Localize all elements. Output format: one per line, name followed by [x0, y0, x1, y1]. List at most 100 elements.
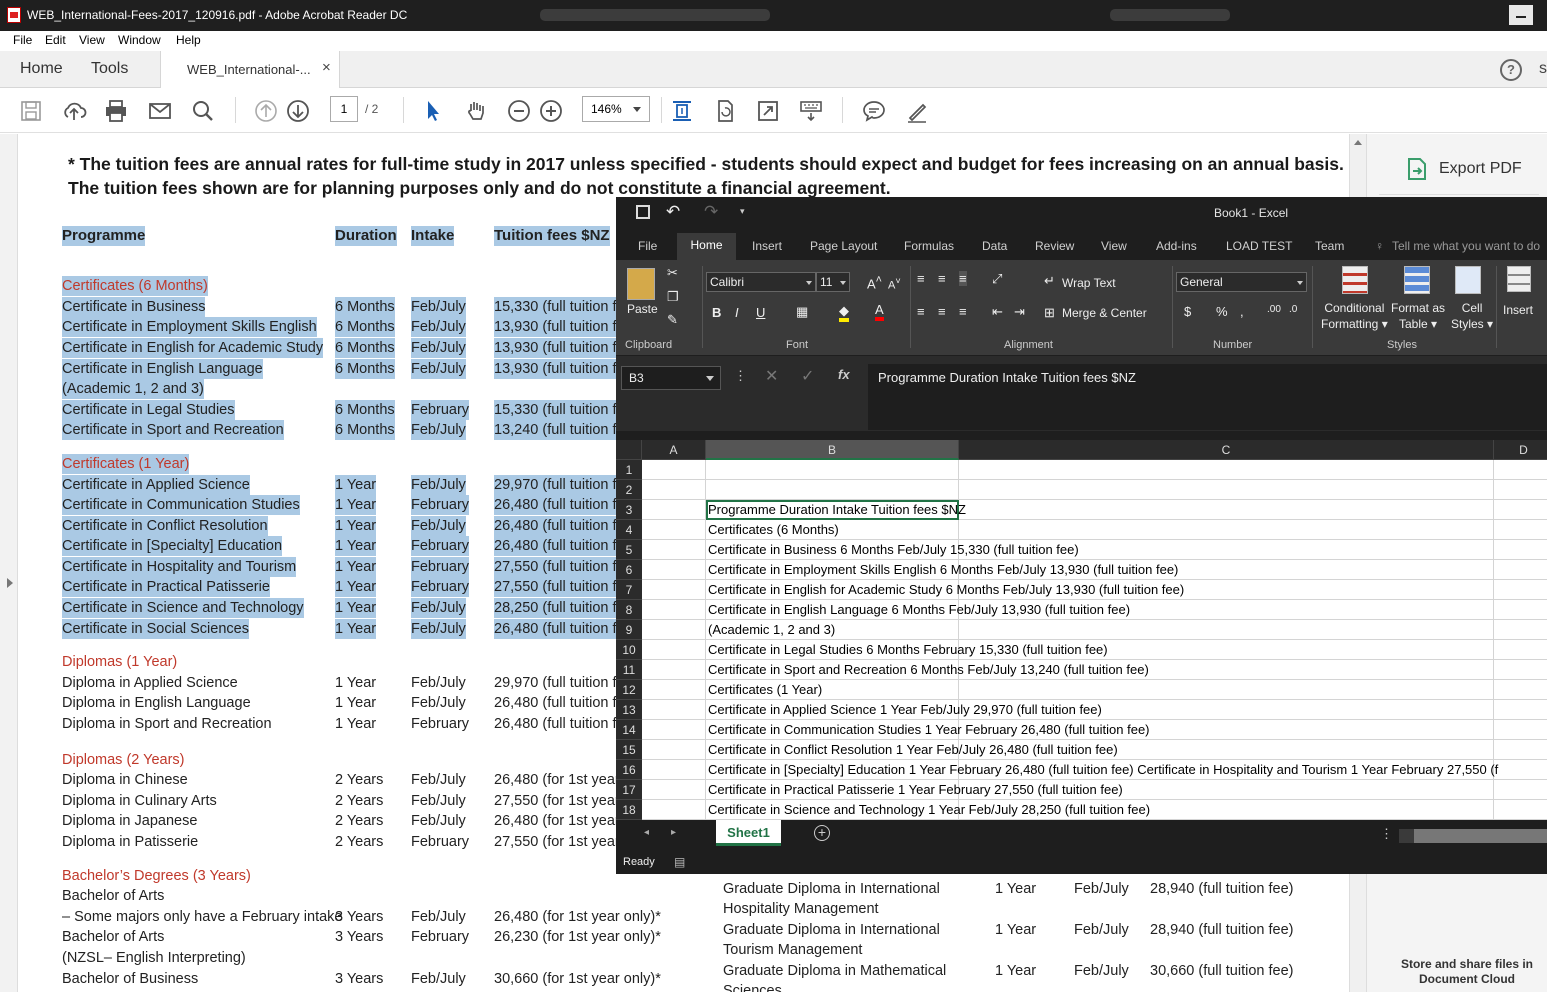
zoom-select[interactable]: 146%: [582, 96, 650, 122]
cut-icon[interactable]: ✂: [667, 265, 678, 281]
tab-insert[interactable]: Insert: [752, 239, 782, 253]
cell-a[interactable]: [642, 740, 706, 760]
cell-d[interactable]: [1494, 680, 1547, 700]
menu-help[interactable]: Help: [176, 33, 201, 47]
scroll-sheets-left-icon[interactable]: ◂: [644, 827, 649, 838]
tab-review[interactable]: Review: [1035, 239, 1074, 253]
copy-icon[interactable]: ❐: [667, 289, 679, 305]
align-bottom-icon[interactable]: ≡: [959, 271, 967, 286]
redo-icon[interactable]: ↷: [704, 202, 718, 222]
cell-d[interactable]: [1494, 780, 1547, 800]
cell-a[interactable]: [642, 680, 706, 700]
confirm-entry-icon[interactable]: ✓: [801, 366, 814, 386]
tab-page-layout[interactable]: Page Layout: [810, 239, 877, 253]
tab-view[interactable]: View: [1101, 239, 1127, 253]
row-header[interactable]: 17: [616, 780, 642, 800]
insert-button[interactable]: Insert: [1503, 303, 1533, 317]
insert-function-icon[interactable]: fx: [838, 367, 850, 382]
tab-file[interactable]: File: [638, 239, 657, 253]
column-header-c[interactable]: C: [959, 440, 1494, 460]
select-all-corner[interactable]: [616, 440, 642, 460]
tell-me-search[interactable]: Tell me what you want to do: [1392, 239, 1540, 253]
cell-a[interactable]: [642, 620, 706, 640]
orientation-icon[interactable]: ⤢: [992, 271, 1002, 287]
cell-b[interactable]: [706, 480, 959, 500]
cell-a[interactable]: [642, 780, 706, 800]
align-center-icon[interactable]: ≡: [938, 304, 946, 319]
cell-d[interactable]: [1494, 700, 1547, 720]
cell-b[interactable]: [706, 460, 959, 480]
cell-c[interactable]: [959, 480, 1494, 500]
cell-a[interactable]: [642, 500, 706, 520]
cell-d[interactable]: [1494, 580, 1547, 600]
comment-icon[interactable]: [861, 98, 887, 124]
conditional-formatting-button[interactable]: Conditional Formatting ▾: [1321, 300, 1388, 332]
font-name-select[interactable]: Calibri: [706, 272, 816, 292]
tab-add-ins[interactable]: Add-ins: [1156, 239, 1197, 253]
tab-formulas[interactable]: Formulas: [904, 239, 954, 253]
tab-home[interactable]: Home: [20, 60, 63, 78]
scroll-sheets-right-icon[interactable]: ▸: [671, 827, 676, 838]
decrease-indent-icon[interactable]: ⇤: [992, 304, 1003, 320]
column-header-a[interactable]: A: [642, 440, 706, 460]
row-header[interactable]: 5: [616, 540, 642, 560]
cell-a[interactable]: [642, 660, 706, 680]
wrap-text-icon[interactable]: ↵: [1044, 273, 1055, 289]
cell-a[interactable]: [642, 640, 706, 660]
align-top-icon[interactable]: ≡: [917, 271, 925, 286]
previous-page-icon[interactable]: [253, 98, 279, 124]
rotate-page-icon[interactable]: [712, 98, 738, 124]
menu-file[interactable]: File: [13, 33, 32, 47]
row-header[interactable]: 18: [616, 800, 642, 820]
cell-d[interactable]: [1494, 500, 1547, 520]
cell-d[interactable]: [1494, 740, 1547, 760]
minimize-button[interactable]: [1509, 5, 1533, 25]
font-color-icon[interactable]: A: [875, 303, 884, 321]
cell-d[interactable]: [1494, 540, 1547, 560]
full-screen-icon[interactable]: [755, 98, 781, 124]
row-header[interactable]: 13: [616, 700, 642, 720]
row-header[interactable]: 2: [616, 480, 642, 500]
page-number-input[interactable]: 1: [330, 96, 358, 122]
tab-document[interactable]: WEB_International-... ×: [160, 51, 340, 88]
cell-d[interactable]: [1494, 560, 1547, 580]
cell-c[interactable]: [959, 460, 1494, 480]
cell-d[interactable]: [1494, 760, 1547, 780]
select-cursor-icon[interactable]: [420, 98, 446, 124]
decrease-decimal-icon[interactable]: .0: [1289, 304, 1297, 315]
save-icon[interactable]: [636, 205, 650, 219]
worksheet-grid[interactable]: A B C D 1 2 3 Programme Duration Intake Tui…: [616, 440, 1547, 820]
cell-a[interactable]: [642, 760, 706, 780]
comma-icon[interactable]: ,: [1240, 304, 1244, 319]
add-sheet-icon[interactable]: +: [814, 825, 830, 841]
cell-d[interactable]: [1494, 800, 1547, 820]
zoom-out-icon[interactable]: [506, 98, 532, 124]
cell-c[interactable]: [959, 620, 1494, 640]
export-pdf-icon[interactable]: [1407, 157, 1427, 181]
borders-icon[interactable]: ▦: [796, 304, 808, 320]
fit-page-icon[interactable]: [669, 98, 695, 124]
cell-c[interactable]: [959, 680, 1494, 700]
font-size-select[interactable]: 11: [816, 272, 850, 292]
cell-a[interactable]: [642, 800, 706, 820]
save-icon[interactable]: [18, 98, 44, 124]
hand-tool-icon[interactable]: [463, 98, 489, 124]
cell-styles-icon[interactable]: [1455, 266, 1481, 294]
row-header[interactable]: 14: [616, 720, 642, 740]
email-icon[interactable]: [147, 98, 173, 124]
underline-icon[interactable]: U: [756, 305, 765, 320]
cell-a[interactable]: [642, 480, 706, 500]
navigation-pane-toggle[interactable]: [0, 134, 18, 992]
fill-color-icon[interactable]: ◆: [839, 304, 849, 322]
horizontal-scroll-thumb[interactable]: [1414, 829, 1547, 843]
cancel-entry-icon[interactable]: ✕: [765, 366, 778, 386]
cell-d[interactable]: [1494, 600, 1547, 620]
tab-tools[interactable]: Tools: [91, 60, 128, 78]
formula-bar-options-icon[interactable]: ⋮: [734, 368, 747, 384]
upload-cloud-icon[interactable]: [61, 98, 87, 124]
cell-a[interactable]: [642, 580, 706, 600]
sheet-tab-sheet1[interactable]: Sheet1: [716, 820, 781, 846]
cell-a[interactable]: [642, 520, 706, 540]
tab-team[interactable]: Team: [1315, 239, 1344, 253]
align-middle-icon[interactable]: ≡: [938, 271, 946, 286]
